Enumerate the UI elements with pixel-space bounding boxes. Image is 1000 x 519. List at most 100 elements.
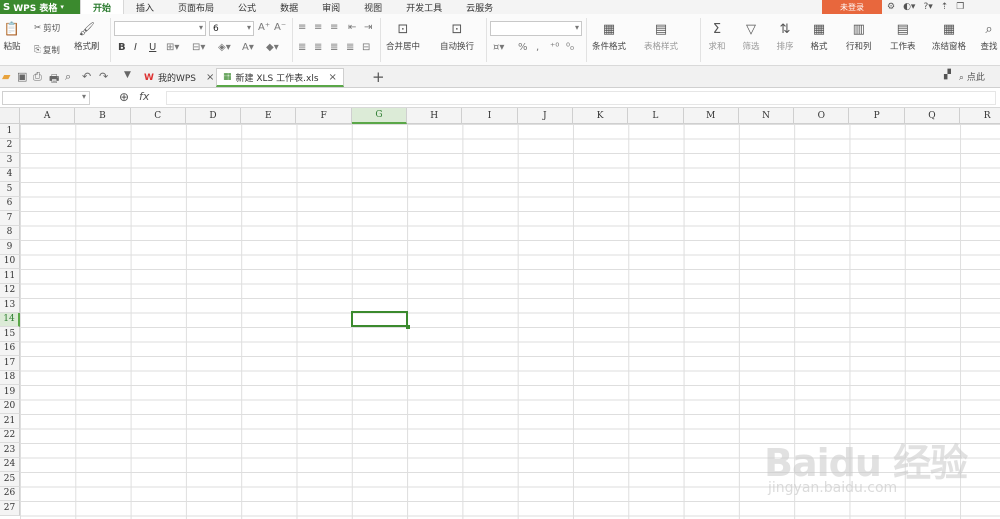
column-header-q[interactable]: Q	[904, 108, 961, 124]
increase-indent-icon[interactable]: ⇥	[364, 22, 372, 33]
row-header-20[interactable]: 20	[0, 399, 20, 414]
column-header-a[interactable]: A	[20, 108, 76, 124]
sum-button[interactable]: Σ 求和	[708, 20, 726, 53]
column-header-h[interactable]: H	[407, 108, 463, 124]
column-header-c[interactable]: C	[130, 108, 186, 124]
column-header-f[interactable]: F	[296, 108, 352, 124]
wrap-text-button[interactable]: ⊡ 自动换行	[440, 20, 474, 53]
row-header-26[interactable]: 26	[0, 486, 20, 501]
row-header-14[interactable]: 14	[0, 312, 20, 327]
search-button[interactable]: ⌕ 点此	[959, 70, 985, 83]
find-button[interactable]: ⌕ 查找	[980, 20, 998, 53]
layout-icon[interactable]: ▞	[944, 70, 951, 83]
cell-area[interactable]	[20, 124, 1000, 519]
row-header-23[interactable]: 23	[0, 443, 20, 458]
tab-developer[interactable]: 开发工具	[394, 0, 454, 14]
align-center-icon[interactable]: ≣	[314, 42, 322, 53]
column-header-r[interactable]: R	[960, 108, 1000, 124]
customize-chevron-icon[interactable]: ▼	[124, 70, 131, 80]
column-header-o[interactable]: O	[794, 108, 850, 124]
thousands-icon[interactable]: ,	[536, 42, 539, 53]
percent-button[interactable]: %	[518, 42, 528, 53]
increase-decimal-icon[interactable]: ⁺⁰	[550, 42, 559, 53]
sort-button[interactable]: ⇅ 排序	[776, 20, 794, 53]
align-left-icon[interactable]: ≣	[298, 42, 306, 53]
format-painter-button[interactable]: 🖌 格式刷	[74, 20, 100, 53]
row-header-17[interactable]: 17	[0, 356, 20, 371]
close-icon[interactable]: ×	[329, 72, 337, 83]
table-style-button[interactable]: ▤ 表格样式	[644, 20, 678, 53]
conditional-format-button[interactable]: ▦ 条件格式	[592, 20, 626, 53]
name-box[interactable]	[2, 91, 90, 105]
merge-cells-icon[interactable]: ⊟▾	[192, 42, 205, 53]
new-tab-icon[interactable]: +	[372, 68, 385, 86]
column-header-p[interactable]: P	[849, 108, 905, 124]
zoom-icon[interactable]: ⊕	[119, 90, 129, 104]
pin-icon[interactable]: ⇡	[939, 2, 951, 12]
decrease-indent-icon[interactable]: ⇤	[348, 22, 356, 33]
column-header-d[interactable]: D	[185, 108, 242, 124]
decrease-font-icon[interactable]: A⁻	[274, 22, 286, 33]
decrease-decimal-icon[interactable]: ⁰₀	[566, 42, 574, 53]
redo-icon[interactable]: ↷	[99, 70, 108, 83]
column-header-l[interactable]: L	[628, 108, 684, 124]
align-right-icon[interactable]: ≣	[330, 42, 338, 53]
number-format-select[interactable]	[490, 21, 582, 36]
merge-center-button[interactable]: ⊡ 合并居中	[386, 20, 420, 53]
row-header-15[interactable]: 15	[0, 327, 20, 342]
clear-format-icon[interactable]: ◆▾	[266, 42, 279, 53]
row-header-6[interactable]: 6	[0, 196, 20, 211]
increase-font-icon[interactable]: A⁺	[258, 22, 270, 33]
tab-page-layout[interactable]: 页面布局	[166, 0, 226, 14]
row-header-7[interactable]: 7	[0, 211, 20, 226]
skin-icon[interactable]: ◐▾	[901, 2, 917, 12]
fx-icon[interactable]: fx	[139, 90, 149, 103]
cut-button[interactable]: ✂ 剪切	[34, 22, 60, 34]
row-header-18[interactable]: 18	[0, 370, 20, 385]
column-header-n[interactable]: N	[738, 108, 795, 124]
font-size-select[interactable]: 6	[209, 21, 254, 36]
active-cell[interactable]	[351, 311, 410, 329]
column-header-i[interactable]: I	[462, 108, 518, 124]
bold-button[interactable]: B	[118, 42, 126, 53]
paste-button[interactable]: 📋 粘贴	[3, 20, 21, 53]
login-button[interactable]: 未登录	[822, 0, 882, 14]
row-header-25[interactable]: 25	[0, 472, 20, 487]
print-icon[interactable]: 🖶	[49, 70, 59, 89]
tab-cloud[interactable]: 云服务	[454, 0, 505, 14]
tab-home[interactable]: 开始	[80, 0, 125, 14]
justify-icon[interactable]: ≣	[346, 42, 354, 53]
save-icon[interactable]: ▣	[17, 70, 27, 83]
column-header-m[interactable]: M	[683, 108, 739, 124]
tab-document[interactable]: ▦ 新建 XLS 工作表.xls ×	[216, 68, 344, 87]
row-header-10[interactable]: 10	[0, 254, 20, 269]
fill-color-icon[interactable]: ◈▾	[218, 42, 231, 53]
export-pdf-icon[interactable]: ⎙	[33, 70, 42, 84]
tab-insert[interactable]: 插入	[124, 0, 166, 14]
select-all-corner[interactable]	[0, 108, 20, 124]
app-menu-button[interactable]: S WPS 表格 ▾	[0, 0, 80, 14]
column-header-k[interactable]: K	[572, 108, 629, 124]
currency-icon[interactable]: ¤▾	[493, 42, 504, 53]
worksheet-button[interactable]: ▤ 工作表	[890, 20, 916, 53]
font-color-icon[interactable]: A▾	[242, 42, 254, 53]
borders-icon[interactable]: ⊞▾	[166, 42, 179, 53]
copy-button[interactable]: ⎘ 复制	[34, 44, 60, 56]
freeze-panes-button[interactable]: ▦ 冻结窗格	[932, 20, 966, 53]
filter-button[interactable]: ▽ 筛选	[742, 20, 760, 53]
font-name-select[interactable]	[114, 21, 206, 36]
print-preview-icon[interactable]: ⌕	[65, 70, 71, 84]
row-header-19[interactable]: 19	[0, 385, 20, 400]
tab-formulas[interactable]: 公式	[226, 0, 268, 14]
align-bottom-icon[interactable]: ≡	[330, 22, 338, 33]
italic-button[interactable]: I	[134, 42, 137, 53]
row-header-5[interactable]: 5	[0, 182, 20, 197]
undo-icon[interactable]: ↶	[82, 70, 91, 83]
row-header-8[interactable]: 8	[0, 225, 20, 240]
row-col-button[interactable]: ▥ 行和列	[846, 20, 872, 53]
tab-review[interactable]: 审阅	[310, 0, 352, 14]
column-header-b[interactable]: B	[75, 108, 131, 124]
column-header-g[interactable]: G	[351, 108, 408, 124]
format-button[interactable]: ▦ 格式	[810, 20, 828, 53]
row-header-11[interactable]: 11	[0, 269, 20, 284]
